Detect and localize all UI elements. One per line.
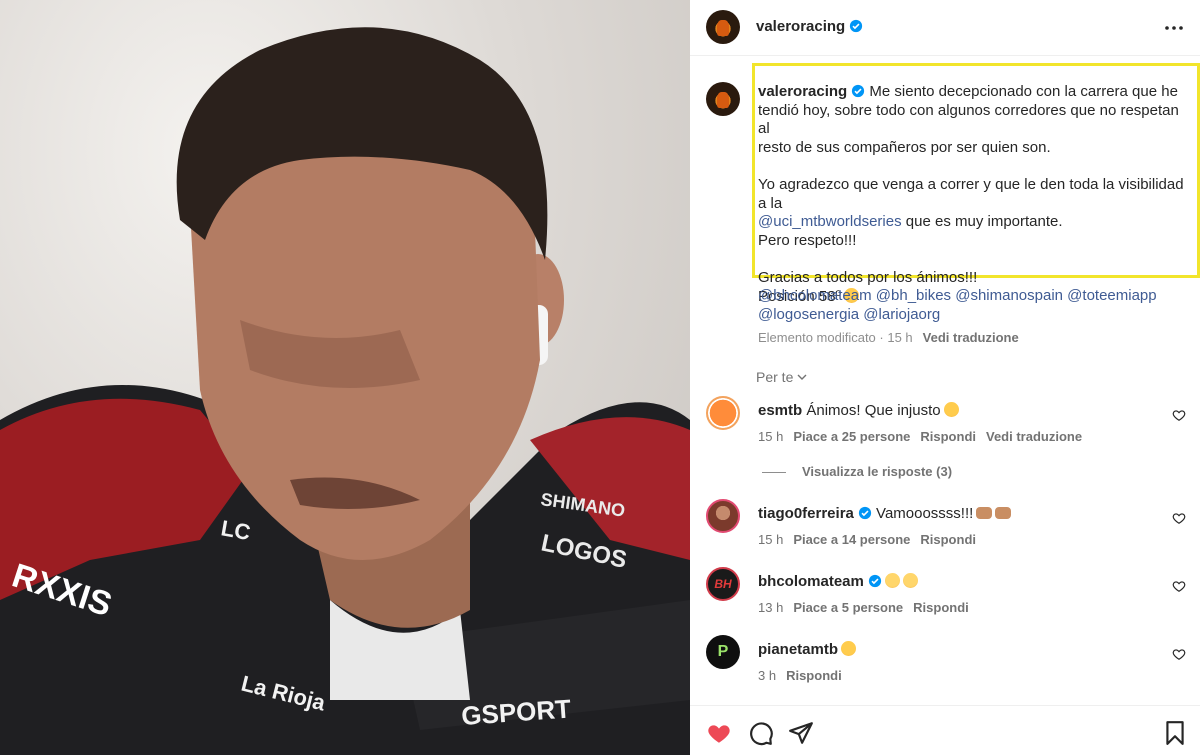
- post-photo[interactable]: RXXIS SHIMANO LOGOS GSPORT La Rioja LC: [0, 0, 690, 755]
- caption-line: tendió hoy, sobre todo con algunos corre…: [758, 101, 1179, 138]
- heart-icon[interactable]: [1172, 579, 1186, 593]
- comment-likes[interactable]: Piace a 5 persone: [793, 600, 903, 615]
- commenter-username[interactable]: esmtb: [758, 402, 802, 419]
- comment-text: Vamooossss!!!: [876, 505, 974, 522]
- pianeta-logo-text: P: [717, 643, 729, 660]
- heart-icon[interactable]: [1172, 511, 1186, 525]
- view-replies-button[interactable]: Visualizza le risposte (3): [762, 464, 952, 479]
- fist-emoji-icon: [995, 507, 1012, 519]
- comment-time: 13 h: [758, 600, 784, 615]
- jersey-text-lc: LC: [219, 515, 252, 545]
- sad-emoji-icon: [841, 641, 857, 656]
- post-meta: Elemento modificato · 15 h Vedi traduzion…: [758, 330, 1019, 345]
- edited-timestamp: Elemento modificato · 15 h: [758, 330, 913, 345]
- heart-icon[interactable]: [1172, 408, 1186, 422]
- caption-author-username[interactable]: valeroracing: [758, 83, 847, 100]
- caption-line: Gracias a todos por los ánimos!!!: [758, 268, 978, 286]
- comment-likes[interactable]: Piace a 14 persone: [793, 532, 910, 547]
- cyclist-photo-illustration: RXXIS SHIMANO LOGOS GSPORT La Rioja LC: [0, 27, 690, 755]
- caption-line: resto de sus compañeros por ser quien so…: [758, 138, 1051, 156]
- caption-line: Yo agradezco que venga a correr y que le…: [758, 175, 1184, 212]
- see-translation-link[interactable]: Vedi traduzione: [923, 330, 1019, 345]
- commenter-username[interactable]: bhcolomateam: [758, 573, 864, 590]
- heart-icon[interactable]: [1172, 647, 1186, 661]
- commenter-username[interactable]: tiago0ferreira: [758, 505, 854, 522]
- caption-line: Pero respeto!!!: [758, 231, 857, 249]
- post-action-bar: [690, 705, 1200, 755]
- caption-line: que es muy importante.: [901, 213, 1063, 231]
- see-translation-link[interactable]: Vedi traduzione: [986, 429, 1082, 444]
- reply-button[interactable]: Rispondi: [920, 429, 976, 444]
- reply-button[interactable]: Rispondi: [786, 668, 842, 683]
- verified-icon: [868, 574, 881, 588]
- comment-time: 15 h: [758, 429, 784, 444]
- commenter-username[interactable]: pianetamtb: [758, 641, 838, 658]
- comment-filter-dropdown[interactable]: Per te: [756, 369, 808, 385]
- post-tags[interactable]: @bhcolomateam @bh_bikes @shimanospain @t…: [758, 287, 1194, 324]
- bh-logo-text: BH: [714, 577, 732, 591]
- tags-line[interactable]: @logosenergia @lariojaorg: [758, 306, 1194, 325]
- post-header: valeroracing: [690, 0, 1200, 56]
- commenter-avatar[interactable]: [706, 396, 740, 430]
- hug-emoji-icon: [902, 573, 918, 588]
- reply-button[interactable]: Rispondi: [920, 532, 976, 547]
- author-username-text[interactable]: valeroracing: [756, 18, 845, 35]
- caption-line: Me siento decepcionado con la carrera qu…: [869, 83, 1178, 100]
- filter-label: Per te: [756, 369, 794, 385]
- commenter-avatar[interactable]: P: [706, 635, 740, 669]
- verified-icon: [852, 84, 865, 98]
- post-caption: valeroracing Me siento decepcionado con …: [758, 83, 1194, 306]
- comment-time: 3 h: [758, 668, 777, 683]
- more-icon[interactable]: [1164, 18, 1184, 38]
- hug-emoji-icon: [884, 573, 900, 588]
- commenter-avatar[interactable]: BH: [706, 567, 740, 601]
- heart-icon[interactable]: [706, 720, 732, 746]
- share-icon[interactable]: [788, 720, 814, 746]
- post-details-panel: valeroracing valeroracing Me siento dece…: [690, 0, 1200, 755]
- chevron-down-icon: [797, 374, 807, 380]
- tags-line[interactable]: @bhcolomateam @bh_bikes @shimanospain @t…: [758, 287, 1194, 306]
- comment-icon[interactable]: [748, 720, 774, 746]
- commenter-avatar[interactable]: [706, 499, 740, 533]
- caption-author-avatar[interactable]: [706, 82, 740, 116]
- verified-icon: [850, 19, 863, 33]
- fist-emoji-icon: [976, 507, 993, 519]
- verified-icon: [858, 506, 871, 520]
- sad-emoji-icon: [943, 402, 959, 417]
- reply-button[interactable]: Rispondi: [913, 600, 969, 615]
- bookmark-icon[interactable]: [1162, 720, 1188, 746]
- author-avatar[interactable]: [706, 10, 740, 44]
- author-username[interactable]: valeroracing: [756, 18, 863, 35]
- mention-link[interactable]: @uci_mtbworldseries: [758, 213, 902, 230]
- comment-likes[interactable]: Piace a 25 persone: [793, 429, 910, 444]
- comment-text: Ánimos! Que injusto: [806, 402, 941, 419]
- comment-time: 15 h: [758, 532, 784, 547]
